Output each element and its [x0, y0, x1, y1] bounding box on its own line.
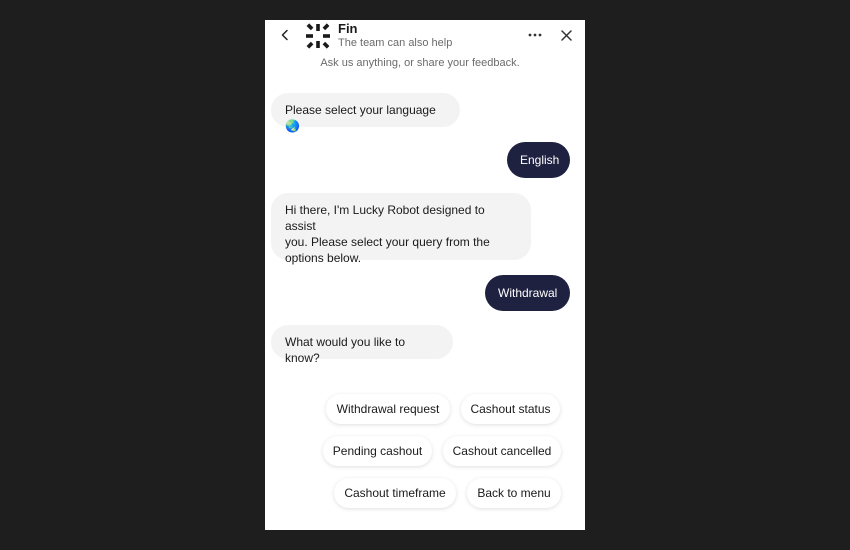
user-message-text: Withdrawal [498, 286, 558, 300]
more-options-button[interactable] [524, 25, 546, 45]
bot-message-language-prompt: Please select your language 🌏 [271, 93, 460, 133]
chat-widget: Fin The team can also help Ask us anythi… [265, 20, 585, 530]
close-button[interactable] [556, 25, 576, 45]
quick-reply-pending-cashout[interactable]: Pending cashout [323, 436, 432, 466]
assistant-subtitle: The team can also help [338, 37, 453, 49]
back-button[interactable] [275, 25, 295, 45]
more-horizontal-icon [528, 33, 542, 37]
bot-message-text: Please select your language [285, 103, 436, 117]
quick-reply-withdrawal-request[interactable]: Withdrawal request [326, 394, 450, 424]
intro-text: Ask us anything, or share your feedback. [320, 57, 520, 69]
quick-reply-cashout-status[interactable]: Cashout status [461, 394, 560, 424]
quick-reply-cashout-timeframe[interactable]: Cashout timeframe [334, 478, 456, 508]
close-icon [560, 29, 572, 41]
bot-message-line: options below. [285, 251, 362, 265]
bot-message-line: Hi there, I'm Lucky Robot designed to as… [285, 203, 485, 233]
user-message-text: English [520, 153, 560, 167]
globe-emoji: 🌏 [285, 119, 300, 133]
bot-message-text: What would you like to know? [285, 335, 406, 365]
quick-reply-cashout-cancelled[interactable]: Cashout cancelled [443, 436, 561, 466]
bot-message-welcome: Hi there, I'm Lucky Robot designed to as… [271, 193, 531, 265]
bot-message-line: you. Please select your query from the [285, 235, 490, 249]
chevron-left-icon [281, 29, 288, 41]
fin-logo [306, 23, 330, 49]
user-message-withdrawal[interactable]: Withdrawal [485, 275, 570, 311]
quick-reply-back-to-menu[interactable]: Back to menu [467, 478, 561, 508]
user-message-english[interactable]: English [507, 142, 570, 178]
chat-header: Fin The team can also help [265, 20, 585, 54]
bot-message-question: What would you like to know? [271, 325, 453, 365]
assistant-name: Fin [338, 21, 358, 36]
